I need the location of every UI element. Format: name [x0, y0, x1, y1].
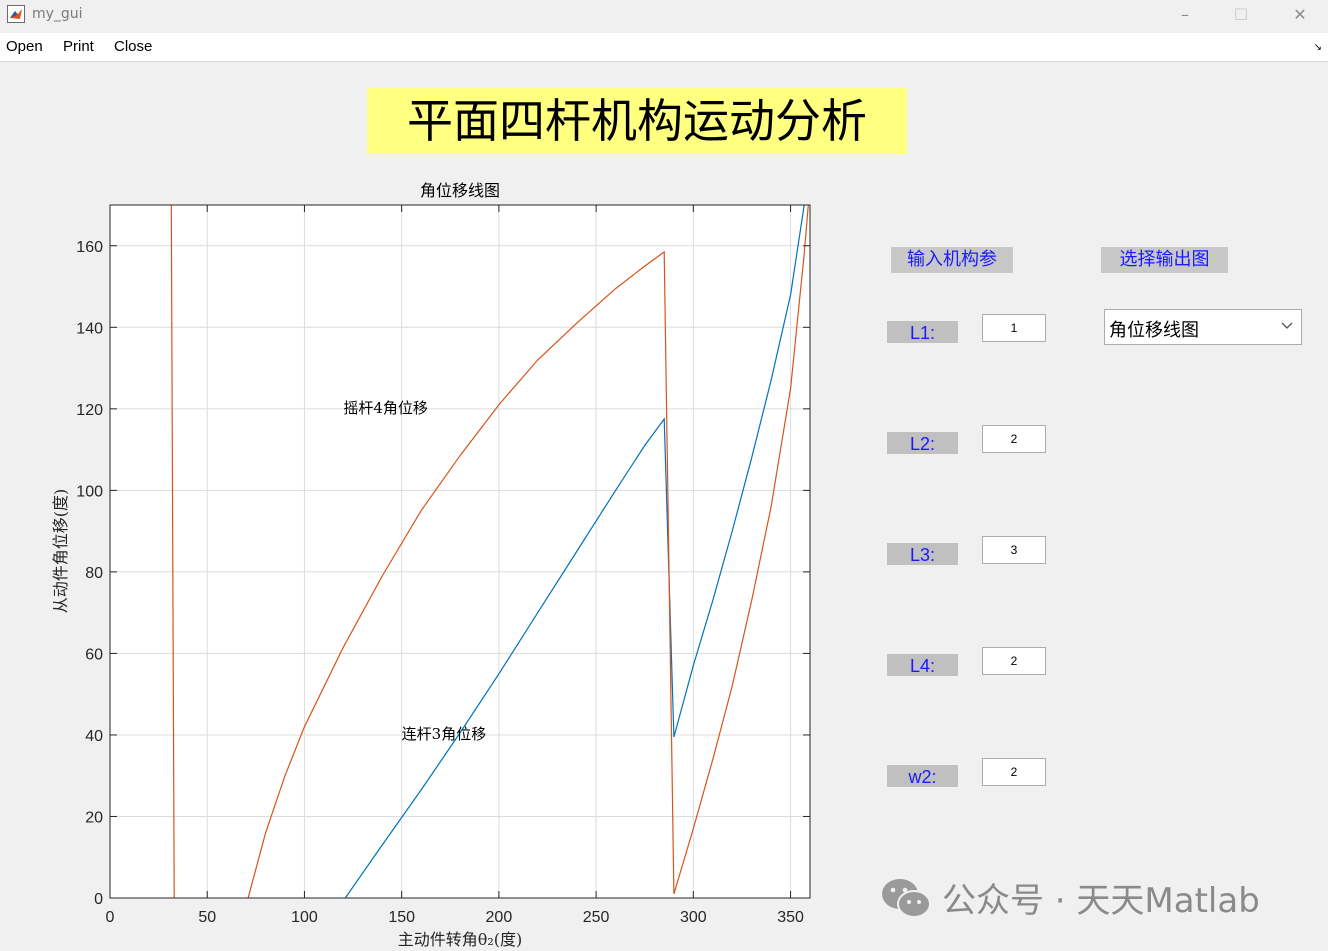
maximize-button[interactable]: ☐ — [1218, 0, 1264, 31]
x-tick-label: 200 — [486, 909, 513, 926]
chart-xlabel: 主动件转角θ₂(度) — [398, 930, 523, 949]
window-title: my_gui — [32, 6, 83, 22]
param-input-l3[interactable] — [982, 536, 1046, 564]
y-tick-label: 160 — [76, 239, 103, 256]
x-tick-label: 100 — [291, 909, 318, 926]
y-tick-label: 120 — [76, 402, 103, 419]
chart-annotation: 连杆3角位移 — [402, 725, 487, 743]
chart-title: 角位移线图 — [420, 181, 500, 200]
x-tick-label: 300 — [680, 909, 707, 926]
y-tick-label: 40 — [85, 728, 103, 745]
y-tick-label: 100 — [76, 483, 103, 500]
plot-area — [110, 205, 810, 898]
x-tick-label: 50 — [198, 909, 216, 926]
menu-bar: Open Print Close ↘ — [0, 33, 1328, 62]
input-params-header: 输入机构参 — [891, 247, 1013, 273]
y-tick-label: 140 — [76, 320, 103, 337]
param-label-l1: L1: — [887, 321, 958, 343]
window-titlebar: my_gui – ☐ ✕ — [0, 0, 1328, 31]
param-input-w2[interactable] — [982, 758, 1046, 786]
matlab-icon — [7, 5, 25, 23]
x-tick-label: 250 — [583, 909, 610, 926]
param-input-l4[interactable] — [982, 647, 1046, 675]
y-tick-label: 20 — [85, 809, 103, 826]
param-input-l1[interactable] — [982, 314, 1046, 342]
menu-open[interactable]: Open — [6, 38, 43, 55]
param-label-l2: L2: — [887, 432, 958, 454]
output-chart-select-value: 角位移线图 — [1109, 320, 1199, 341]
minimize-button[interactable]: – — [1162, 0, 1208, 31]
output-chart-header: 选择输出图 — [1101, 247, 1228, 273]
watermark-text: 公众号 · 天天Matlab — [942, 881, 1260, 921]
angular-displacement-chart: 0 50 100 150 200 250 300 350 0 20 40 60 80 100 120 140 1… — [0, 170, 850, 951]
output-chart-select[interactable]: 角位移线图 — [1104, 309, 1302, 345]
y-tick-label: 0 — [94, 891, 103, 908]
menu-print[interactable]: Print — [63, 38, 94, 55]
param-label-w2: w2: — [887, 765, 958, 787]
param-label-l4: L4: — [887, 654, 958, 676]
x-tick-label: 0 — [106, 909, 115, 926]
chevron-down-icon — [1281, 322, 1293, 329]
param-label-l3: L3: — [887, 543, 958, 565]
chart-svg: 0 50 100 150 200 250 300 350 0 20 40 60 80 100 120 140 1… — [51, 181, 811, 949]
dock-arrow-icon[interactable]: ↘ — [1314, 42, 1322, 53]
chart-ylabel: 从动件角位移(度) — [51, 489, 70, 614]
y-tick-label: 80 — [85, 565, 103, 582]
wechat-icon — [882, 879, 931, 918]
main-title: 平面四杆机构运动分析 — [367, 88, 907, 154]
x-tick-label: 150 — [388, 909, 415, 926]
close-button[interactable]: ✕ — [1277, 0, 1323, 31]
y-tick-label: 60 — [85, 646, 103, 663]
chart-annotation: 摇杆4角位移 — [343, 399, 428, 417]
param-input-l2[interactable] — [982, 425, 1046, 453]
x-tick-label: 350 — [777, 909, 804, 926]
menu-close[interactable]: Close — [114, 38, 152, 55]
